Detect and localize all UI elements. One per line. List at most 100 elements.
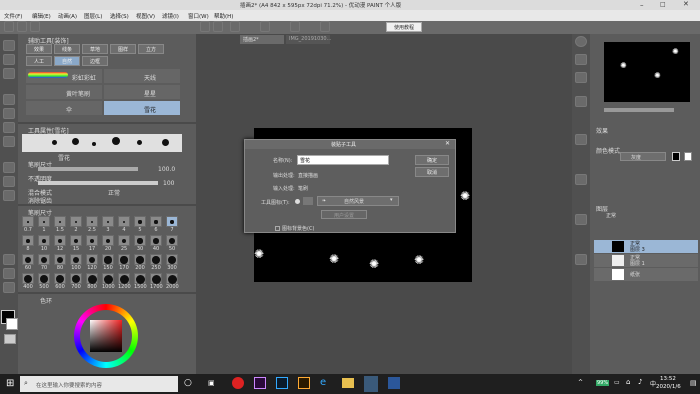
doc-tab-2[interactable]: IMG_20191030... — [286, 35, 331, 44]
dialog-close-icon[interactable]: ✕ — [445, 140, 450, 147]
brush-size-cell[interactable] — [86, 254, 98, 265]
tool-icon-radio[interactable] — [295, 199, 300, 204]
brush-size-cell[interactable] — [118, 216, 130, 227]
brush-item-antenna[interactable]: 天线 — [104, 69, 180, 83]
open-icon[interactable] — [17, 21, 27, 32]
tutorial-button[interactable]: 使用教程 — [386, 22, 422, 32]
subtool-tab-border[interactable]: 边框 — [82, 56, 108, 66]
layer-blend-value[interactable]: 正常 — [606, 212, 616, 219]
layer-row-3[interactable]: 纸张 — [594, 268, 698, 281]
color-mode-select[interactable]: 灰度 — [620, 152, 666, 161]
word-icon[interactable] — [388, 377, 400, 389]
brush-size-cell[interactable] — [118, 254, 130, 265]
brush-size-cell[interactable] — [54, 254, 66, 265]
select-tool-icon[interactable] — [3, 68, 15, 79]
menu-window[interactable]: 窗口(W) — [188, 12, 209, 20]
menu-help[interactable]: 帮助(H) — [214, 12, 233, 20]
explorer-icon[interactable] — [342, 378, 354, 388]
eraser-tool-icon[interactable] — [3, 136, 15, 147]
new-icon[interactable] — [4, 21, 14, 32]
menu-animation[interactable]: 动画(A) — [58, 12, 77, 20]
brush-item-star[interactable]: 星星 — [104, 85, 180, 99]
edge-icon[interactable]: e — [320, 377, 326, 388]
network-icon[interactable]: ⌂ — [626, 378, 630, 386]
brush-size-cell[interactable] — [22, 235, 34, 246]
brush-size-cell[interactable] — [102, 273, 114, 284]
brush-size-cell[interactable] — [102, 235, 114, 246]
redo-icon[interactable] — [213, 21, 223, 32]
transform-icon[interactable] — [260, 21, 270, 32]
subtool-tab-artificial[interactable]: 人工 — [26, 56, 52, 66]
clock-time[interactable]: 13:52 — [660, 376, 676, 382]
brush-item-snowflake[interactable]: 雪花 — [104, 101, 180, 115]
brush-size-cell[interactable] — [22, 254, 34, 265]
brush-size-cell[interactable] — [166, 216, 178, 227]
brush-size-cell[interactable] — [150, 235, 162, 246]
gradient-tool-icon[interactable] — [3, 176, 15, 187]
balloon-tool-icon[interactable] — [3, 268, 15, 279]
text-tool-icon[interactable] — [3, 254, 15, 265]
brush-item-umbrella[interactable]: 伞 — [26, 101, 102, 115]
info-icon[interactable] — [575, 72, 587, 83]
figure-tool-icon[interactable] — [3, 190, 15, 201]
brush-size-cell[interactable] — [86, 216, 98, 227]
brush-size-cell[interactable] — [134, 254, 146, 265]
subtool-tab-line[interactable]: 线条 — [54, 44, 80, 54]
brush-size-cell[interactable] — [150, 273, 162, 284]
illustrator-icon[interactable] — [298, 377, 310, 389]
icon-bg-checkbox[interactable] — [275, 226, 280, 231]
brush-size-cell[interactable] — [166, 273, 178, 284]
custom-settings-button[interactable]: 用户设置 — [321, 210, 367, 219]
clear-icon[interactable] — [230, 21, 240, 32]
brush-size-cell[interactable] — [134, 235, 146, 246]
subtool-tab-effect[interactable]: 效果 — [26, 44, 52, 54]
brush-size-cell[interactable] — [150, 254, 162, 265]
battery-icon[interactable]: ▭ — [614, 379, 620, 386]
navigator-preview[interactable]: ✺ ✺ ✺ — [604, 42, 690, 102]
sub-color-swatch[interactable] — [6, 318, 18, 330]
paint-app-icon[interactable] — [364, 376, 378, 392]
menu-filter[interactable]: 滤镜(I) — [162, 12, 179, 20]
brush-size-cell[interactable] — [38, 254, 50, 265]
black-swatch[interactable] — [672, 152, 680, 161]
layer-row-1[interactable]: 正常 图层 3 — [594, 240, 698, 253]
brush-size-cell[interactable] — [22, 216, 34, 227]
clock-date[interactable]: 2020/1/6 — [656, 384, 681, 390]
tool-icon-select[interactable]: ❧ 自然风景 ▾ — [317, 196, 399, 206]
brush-size-cell[interactable] — [150, 216, 162, 227]
transparent-swatch[interactable] — [4, 334, 16, 344]
saturation-square[interactable] — [90, 320, 122, 352]
menu-edit[interactable]: 编辑(E) — [32, 12, 51, 20]
deselect-icon[interactable] — [290, 21, 300, 32]
brush-size-cell[interactable] — [38, 216, 50, 227]
subtool-tab-nature[interactable]: 自然 — [54, 56, 80, 66]
blend-mode-value[interactable]: 正常 — [108, 188, 120, 197]
brush-tool-icon[interactable] — [3, 122, 15, 133]
brush-size-cell[interactable] — [54, 235, 66, 246]
brush-size-cell[interactable] — [86, 235, 98, 246]
brush-size-cell[interactable] — [102, 216, 114, 227]
brush-size-slider[interactable] — [38, 167, 138, 171]
brush-size-cell[interactable] — [54, 216, 66, 227]
brush-size-cell[interactable] — [70, 216, 82, 227]
history-icon[interactable] — [575, 174, 587, 185]
brush-item-leaf[interactable]: 黄叶笔刷 — [26, 85, 102, 99]
brush-size-cell[interactable] — [118, 235, 130, 246]
notification-icon[interactable]: ▤ — [690, 379, 697, 387]
search-box[interactable]: ⌕ 在这里输入你要搜索的内容 — [20, 376, 178, 392]
navigator-icon[interactable] — [575, 36, 587, 47]
brush-size-cell[interactable] — [86, 273, 98, 284]
white-swatch[interactable] — [684, 152, 692, 161]
doc-tab-1[interactable]: 插画2* — [240, 35, 284, 44]
opacity-slider[interactable] — [38, 181, 158, 185]
ok-button[interactable]: 确定 — [415, 155, 449, 165]
tray-show-icon[interactable]: ^ — [578, 379, 583, 386]
cortana-icon[interactable]: ○ — [184, 378, 192, 388]
brush-size-cell[interactable] — [70, 273, 82, 284]
subtool-tab-grass[interactable]: 草地 — [82, 44, 108, 54]
premiere-icon[interactable] — [254, 377, 266, 389]
photoshop-icon[interactable] — [276, 377, 288, 389]
brush-size-cell[interactable] — [134, 273, 146, 284]
brush-size-cell[interactable] — [134, 216, 146, 227]
subtool-tab-pattern[interactable]: 图样 — [110, 44, 136, 54]
